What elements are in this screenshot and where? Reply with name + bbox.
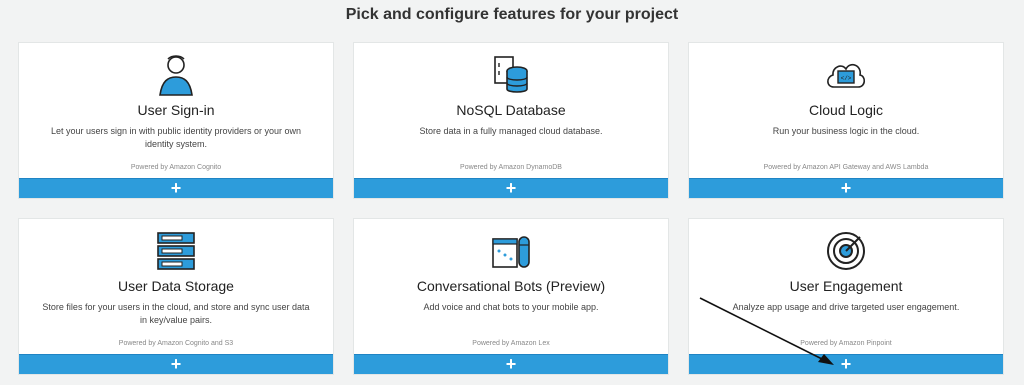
card-description: Let your users sign in with public ident…	[50, 126, 302, 149]
card-description: Run your business logic in the cloud.	[772, 126, 920, 136]
feature-card-conversational-bots: Conversational Bots (Preview) Add voice …	[353, 218, 669, 375]
add-cloud-logic-button[interactable]: +	[689, 178, 1003, 198]
card-description: Store files for your users in the cloud,…	[42, 302, 310, 325]
feature-card-user-data-storage: User Data Storage Store files for your u…	[18, 218, 334, 375]
add-user-data-storage-button[interactable]: +	[19, 354, 333, 374]
powered-by-label: Powered by Amazon API Gateway and AWS La…	[763, 164, 929, 171]
powered-by-label: Powered by Amazon DynamoDB	[460, 164, 562, 171]
add-user-engagement-button[interactable]: +	[689, 354, 1003, 374]
add-nosql-database-button[interactable]: +	[354, 178, 668, 198]
card-title: Conversational Bots (Preview)	[416, 278, 606, 294]
svg-text:</>: </>	[841, 75, 852, 82]
card-title: Cloud Logic	[809, 102, 883, 118]
card-title: User Engagement	[789, 278, 903, 294]
add-user-sign-in-button[interactable]: +	[19, 178, 333, 198]
powered-by-label: Powered by Amazon Cognito	[130, 164, 222, 171]
target-icon	[827, 232, 865, 270]
card-title: NoSQL Database	[456, 102, 566, 118]
feature-card-nosql-database: NoSQL Database Store data in a fully man…	[353, 42, 669, 199]
powered-by-label: Powered by Amazon Cognito and S3	[118, 340, 234, 347]
add-conversational-bots-button[interactable]: +	[354, 354, 668, 374]
user-icon	[159, 55, 193, 96]
card-description: Add voice and chat bots to your mobile a…	[423, 302, 599, 312]
server-storage-icon	[157, 232, 195, 270]
cloud-logic-icon: </>	[827, 63, 866, 88]
card-title: User Data Storage	[118, 278, 234, 294]
chat-bot-icon	[492, 236, 530, 268]
database-icon	[494, 56, 528, 93]
card-description: Store data in a fully managed cloud data…	[419, 126, 603, 136]
page-title: Pick and configure features for your pro…	[345, 6, 679, 23]
feature-card-user-engagement: User Engagement Analyze app usage and dr…	[688, 218, 1004, 375]
powered-by-label: Powered by Amazon Pinpoint	[800, 340, 892, 347]
feature-card-user-sign-in: User Sign-in Let your users sign in with…	[18, 42, 334, 199]
feature-card-cloud-logic: </> Cloud Logic Run your business logic …	[688, 42, 1004, 199]
powered-by-label: Powered by Amazon Lex	[472, 340, 550, 347]
card-title: User Sign-in	[137, 102, 215, 118]
card-description: Analyze app usage and drive targeted use…	[732, 302, 960, 312]
